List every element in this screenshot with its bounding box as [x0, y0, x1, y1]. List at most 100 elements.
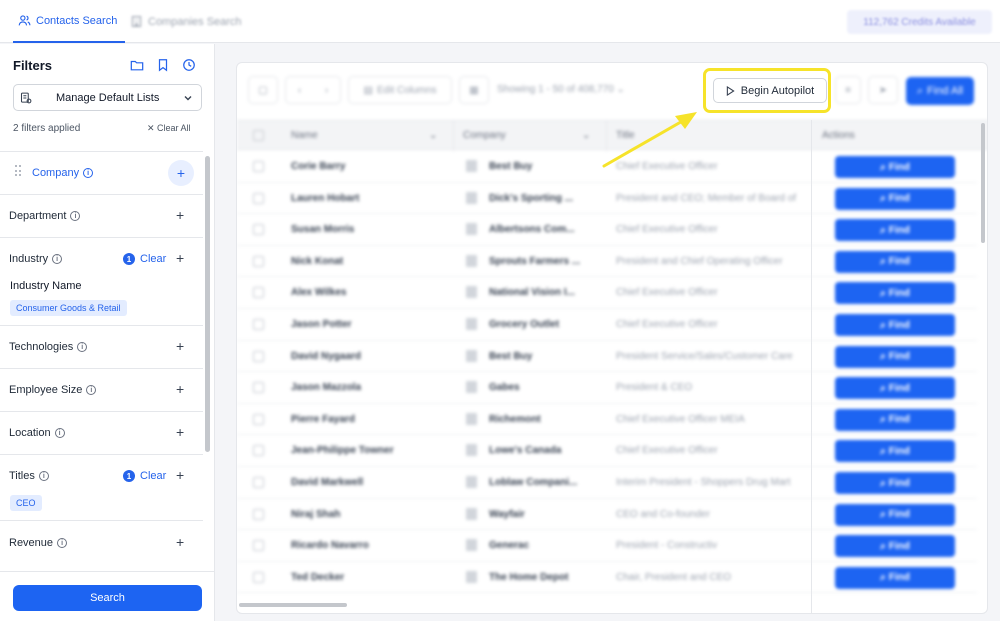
row-checkbox[interactable]	[253, 540, 264, 552]
company-name[interactable]: Richemont	[489, 414, 541, 425]
table-row[interactable]: Jean-Philippe Towner Lowe's Canada Chief E…	[237, 435, 977, 467]
filter-titles[interactable]: Titles i 1 Clear + CEO	[0, 455, 203, 521]
table-row[interactable]: Lauren Hobart Dick's Sporting ... Presiden…	[237, 183, 977, 215]
table-row[interactable]: Niraj Shah Wayfair CEO and Co-founder ⌕ Find	[237, 499, 977, 531]
row-checkbox[interactable]	[253, 413, 264, 425]
contact-name[interactable]: Jean-Philippe Towner	[291, 445, 394, 456]
more-options-icon[interactable]: ≡	[835, 76, 861, 104]
row-checkbox[interactable]	[253, 255, 264, 267]
row-checkbox[interactable]	[253, 382, 264, 394]
find-button[interactable]: ⌕ Find	[835, 377, 955, 400]
company-name[interactable]: Generac	[489, 540, 529, 551]
company-name[interactable]: Sprouts Farmers ...	[489, 256, 580, 267]
row-checkbox[interactable]	[253, 508, 264, 520]
clear-all-button[interactable]: ✕ Clear All	[147, 123, 191, 134]
row-checkbox[interactable]	[253, 350, 264, 362]
header-company[interactable]: Company	[463, 130, 506, 141]
row-checkbox[interactable]	[253, 224, 264, 236]
filter-department[interactable]: Department i +	[0, 195, 203, 238]
plus-icon[interactable]: +	[176, 382, 186, 396]
find-button[interactable]: ⌕ Find	[835, 345, 955, 368]
tab-contacts-search[interactable]: Contacts Search	[13, 0, 125, 43]
search-button[interactable]: Search	[13, 585, 202, 611]
contact-name[interactable]: Corie Barry	[291, 161, 345, 172]
table-row[interactable]: Jason Potter Grocery Outlet Chief Executiv…	[237, 309, 977, 341]
chevron-left-icon[interactable]: ‹	[298, 85, 301, 96]
contact-name[interactable]: Susan Morris	[291, 224, 354, 235]
pagination-arrows[interactable]: ‹ ›	[285, 76, 341, 104]
contact-name[interactable]: David Markwell	[291, 477, 363, 488]
table-vertical-scrollbar[interactable]	[981, 123, 985, 243]
find-button[interactable]: ⌕ Find	[835, 535, 955, 558]
table-row[interactable]: Corie Barry Best Buy Chief Executive Offic…	[237, 151, 977, 183]
bookmark-icon[interactable]	[156, 58, 170, 72]
find-button[interactable]: ⌕ Find	[835, 503, 955, 526]
company-name[interactable]: Wayfair	[489, 509, 525, 520]
grid-view-icon[interactable]: ▦	[459, 76, 489, 104]
plus-icon[interactable]: +	[176, 468, 186, 482]
filter-employee-size[interactable]: Employee Size i +	[0, 369, 203, 412]
header-name[interactable]: Name	[291, 130, 318, 141]
contact-name[interactable]: Ricardo Navarro	[291, 540, 369, 551]
contact-name[interactable]: Pierre Fayard	[291, 414, 355, 425]
table-row[interactable]: Nick Konat Sprouts Farmers ... President a…	[237, 246, 977, 278]
contact-name[interactable]: Niraj Shah	[291, 509, 340, 520]
find-button[interactable]: ⌕ Find	[835, 408, 955, 431]
company-name[interactable]: Lowe's Canada	[489, 445, 561, 456]
sort-chevron-icon[interactable]: ⌄	[582, 130, 590, 141]
titles-clear-button[interactable]: 1 Clear	[123, 470, 166, 482]
plus-icon[interactable]: +	[176, 208, 186, 222]
table-row[interactable]: Jason Mazzola Gabes President & CEO ⌕ Find	[237, 372, 977, 404]
find-button[interactable]: ⌕ Find	[835, 250, 955, 273]
find-button[interactable]: ⌕ Find	[835, 219, 955, 242]
find-button[interactable]: ⌕ Find	[835, 187, 955, 210]
find-button[interactable]: ⌕ Find	[835, 472, 955, 494]
row-checkbox[interactable]	[253, 192, 264, 204]
table-row[interactable]: Alex Wilkes National Vision I... Chief Exe…	[237, 277, 977, 309]
sidebar-scrollbar[interactable]	[205, 156, 210, 452]
contact-name[interactable]: David Nygaard	[291, 351, 361, 362]
company-name[interactable]: Albertsons Com...	[489, 224, 575, 235]
company-name[interactable]: Best Buy	[489, 351, 532, 362]
find-button[interactable]: ⌕ Find	[835, 314, 955, 336]
find-button[interactable]: ⌕ Find	[835, 440, 955, 463]
row-checkbox[interactable]	[253, 571, 264, 583]
sort-chevron-icon[interactable]: ⌄	[429, 130, 437, 141]
company-name[interactable]: Best Buy	[489, 161, 532, 172]
table-row[interactable]: Ted Decker The Home Depot Chair, President…	[237, 562, 977, 594]
contact-name[interactable]: Ted Decker	[291, 572, 344, 583]
industry-clear-button[interactable]: 1 Clear	[123, 253, 166, 265]
filter-location[interactable]: Location i +	[0, 412, 203, 455]
company-name[interactable]: Gabes	[489, 382, 520, 393]
find-button[interactable]: ⌕ Find	[835, 566, 955, 589]
titles-chip[interactable]: CEO	[10, 495, 42, 511]
table-row[interactable]: David Markwell Loblaw Compani... Interim P…	[237, 467, 977, 499]
edit-columns-button[interactable]: ▤ Edit Columns	[348, 76, 452, 104]
header-title[interactable]: Title	[616, 130, 635, 141]
table-row[interactable]: David Nygaard Best Buy President Service/S…	[237, 341, 977, 373]
add-company-filter-button[interactable]: +	[168, 160, 194, 186]
plus-icon[interactable]: +	[176, 251, 186, 265]
contact-name[interactable]: Alex Wilkes	[291, 287, 347, 298]
table-row[interactable]: Pierre Fayard Richemont Chief Executive Of…	[237, 404, 977, 436]
company-name[interactable]: Grocery Outlet	[489, 319, 559, 330]
row-checkbox[interactable]	[253, 161, 264, 172]
contact-name[interactable]: Jason Potter	[291, 319, 352, 330]
filter-industry[interactable]: Industry i 1 Clear + Industry Name Consume…	[0, 238, 203, 326]
company-name[interactable]: National Vision I...	[489, 287, 575, 298]
folder-icon[interactable]	[130, 58, 144, 72]
contact-name[interactable]: Jason Mazzola	[291, 382, 361, 393]
company-name[interactable]: The Home Depot	[489, 572, 568, 583]
company-name[interactable]: Dick's Sporting ...	[489, 193, 573, 204]
manage-default-lists-dropdown[interactable]: Manage Default Lists	[13, 84, 202, 111]
company-name[interactable]: Loblaw Compani...	[489, 477, 577, 488]
industry-chip[interactable]: Consumer Goods & Retail	[10, 300, 127, 316]
find-all-button[interactable]: ⌕ Find All	[906, 77, 974, 105]
contact-name[interactable]: Lauren Hobart	[291, 193, 359, 204]
send-icon[interactable]: ➤	[868, 76, 898, 104]
plus-icon[interactable]: +	[176, 535, 186, 549]
table-horizontal-scrollbar[interactable]	[239, 603, 347, 607]
row-checkbox[interactable]	[253, 287, 264, 299]
tab-companies-search[interactable]: Companies Search	[130, 0, 242, 43]
table-row[interactable]: Susan Morris Albertsons Com... Chief Execu…	[237, 214, 977, 246]
